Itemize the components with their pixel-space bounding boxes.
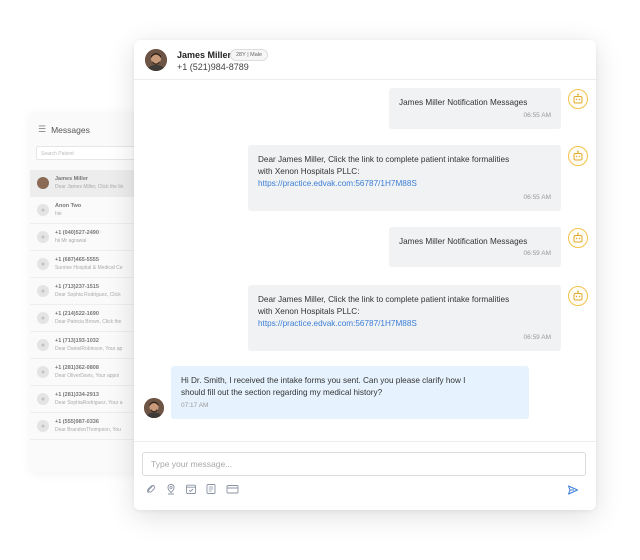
send-icon[interactable] (566, 483, 580, 497)
message-text: James Miller Notification Messages (399, 98, 528, 107)
patient-name: James Miller (177, 50, 232, 60)
conversation-name: +1 (040)527-2490 (55, 230, 99, 236)
conversation-item[interactable]: ● +1 (281)334-2913 Dear SophiaRodriguez, … (30, 386, 140, 413)
user-icon: ● (37, 312, 49, 324)
conversation-item[interactable]: ● +1 (555)987-0336 Dear BrandonThompson, … (30, 413, 140, 440)
chat-header: James Miller 28Y | Male +1 (521)984-8789 (134, 40, 596, 80)
outgoing-message: Dear James Miller, Click the link to com… (248, 145, 561, 211)
bot-icon (568, 146, 588, 166)
conversation-item[interactable]: ● +1 (713)193-1032 Dear DanielRobinson, Y… (30, 332, 140, 359)
card-icon[interactable] (225, 482, 239, 496)
outgoing-message: James Miller Notification Messages 06:59… (389, 227, 561, 267)
conversation-list: James Miller Dear James Miller, Click the… (30, 170, 140, 440)
conversation-item[interactable]: James Miller Dear James Miller, Click the… (30, 170, 140, 197)
message-text: Dear James Miller, Click the link to com… (258, 155, 510, 164)
conversation-name: +1 (687)465-5555 (55, 257, 99, 263)
messages-list-title: ☰ Messages (38, 124, 90, 135)
message-text: should fill out the section regarding my… (181, 388, 383, 397)
message-composer (134, 441, 596, 510)
message-time: 06:55 AM (523, 194, 551, 201)
bot-icon (568, 286, 588, 306)
message-text: Dear James Miller, Click the link to com… (258, 295, 510, 304)
conversation-preview: Dear Patricia Brown, Click the (55, 319, 122, 325)
messages-list-panel: ☰ Messages Search Patient James Miller De… (30, 112, 140, 472)
conversation-name: +1 (713)193-1032 (55, 338, 99, 344)
conversation-item[interactable]: ● Anon Two hie (30, 197, 140, 224)
conversation-name: +1 (555)987-0336 (55, 419, 99, 425)
menu-icon[interactable]: ☰ (38, 124, 46, 135)
calendar-check-icon[interactable] (184, 482, 198, 496)
user-icon: ● (37, 204, 49, 216)
conversation-name: +1 (281)334-2913 (55, 392, 99, 398)
conversation-name: Anon Two (55, 203, 82, 209)
conversation-preview: Sunrise Hospital & Medical Ce (55, 265, 123, 271)
location-pin-icon[interactable] (164, 482, 178, 496)
bot-icon (568, 89, 588, 109)
conversation-item[interactable]: ● +1 (040)527-2490 hii Mr agrawal (30, 224, 140, 251)
conversation-item[interactable]: ● +1 (281)362-0808 Dear OliverDavis, Your… (30, 359, 140, 386)
outgoing-message: James Miller Notification Messages 06:55… (389, 88, 561, 129)
conversation-name: James Miller (55, 176, 89, 182)
patient-age-gender-badge: 28Y | Male (230, 49, 269, 61)
patient-avatar (144, 398, 164, 418)
conversation-preview: Dear DanielRobinson, Your ap (55, 346, 123, 352)
patient-search-input[interactable]: Search Patient (36, 146, 140, 160)
user-icon: ● (37, 393, 49, 405)
conversation-preview: Dear OliverDavis, Your appoi (55, 373, 120, 379)
patient-phone: +1 (521)984-8789 (177, 62, 249, 72)
user-icon: ● (37, 366, 49, 378)
avatar (37, 177, 49, 189)
message-text: with Xenon Hospitals PLLC: (258, 307, 360, 316)
intake-link[interactable]: https://practice.edvak.com:56787/1H7M88S (258, 318, 551, 330)
bot-icon (568, 228, 588, 248)
user-icon: ● (37, 231, 49, 243)
outgoing-message: Dear James Miller, Click the link to com… (248, 285, 561, 351)
paperclip-icon[interactable] (144, 482, 158, 496)
message-text: Hi Dr. Smith, I received the intake form… (181, 376, 466, 385)
user-icon: ● (37, 420, 49, 432)
user-icon: ● (37, 285, 49, 297)
conversation-name: +1 (214)522-1690 (55, 311, 99, 317)
conversation-preview: Dear SophiaRodriguez, Your a (55, 400, 123, 406)
intake-link[interactable]: https://practice.edvak.com:56787/1H7M88S (258, 178, 551, 190)
user-icon: ● (37, 339, 49, 351)
user-icon: ● (37, 258, 49, 270)
chat-window: James Miller 28Y | Male +1 (521)984-8789… (134, 40, 596, 510)
conversation-item[interactable]: ● +1 (687)465-5555 Sunrise Hospital & Med… (30, 251, 140, 278)
message-time: 07:17 AM (181, 402, 209, 409)
conversation-name: +1 (281)362-0808 (55, 365, 99, 371)
patient-avatar (145, 49, 167, 71)
conversation-name: +1 (713)237-1515 (55, 284, 99, 290)
conversation-item[interactable]: ● +1 (713)237-1515 Dear Sophia Rodriguez,… (30, 278, 140, 305)
message-time: 06:59 AM (523, 250, 551, 257)
message-input[interactable] (142, 452, 586, 476)
incoming-message: Hi Dr. Smith, I received the intake form… (171, 366, 529, 419)
message-time: 06:55 AM (523, 112, 551, 119)
conversation-preview: hii Mr agrawal (55, 238, 87, 244)
conversation-item[interactable]: ● +1 (214)522-1690 Dear Patricia Brown, C… (30, 305, 140, 332)
message-time: 06:59 AM (523, 334, 551, 341)
messages-list-title-text: Messages (51, 124, 90, 135)
conversation-preview: Dear James Miller, Click the lin (55, 184, 124, 190)
document-icon[interactable] (204, 482, 218, 496)
message-text: with Xenon Hospitals PLLC: (258, 167, 360, 176)
message-text: James Miller Notification Messages (399, 237, 528, 246)
conversation-preview: Dear Sophia Rodriguez, Click (55, 292, 121, 298)
conversation-preview: Dear BrandonThompson, You (55, 427, 121, 433)
conversation-preview: hie (55, 211, 62, 217)
